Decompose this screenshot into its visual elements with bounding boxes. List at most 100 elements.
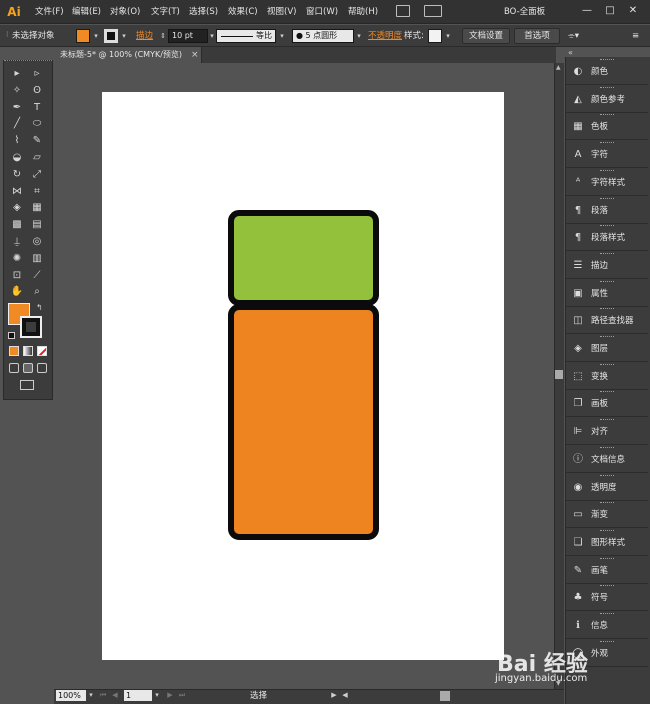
next-artboard-icon[interactable]: ▶ bbox=[166, 689, 174, 701]
slice-tool-icon[interactable]: ⟋ bbox=[29, 269, 45, 283]
graphic-style-swatch[interactable] bbox=[428, 29, 442, 43]
last-artboard-icon[interactable]: ⏭ bbox=[178, 689, 186, 701]
green-rounded-rectangle[interactable] bbox=[228, 210, 379, 306]
line-tool-icon[interactable]: ╱ bbox=[9, 117, 25, 131]
draw-normal-icon[interactable] bbox=[9, 363, 19, 373]
menu-select[interactable]: 选择(S) bbox=[189, 5, 218, 19]
maximize-icon[interactable]: □ bbox=[603, 4, 617, 18]
free-transform-icon[interactable]: ⌗ bbox=[29, 185, 45, 199]
scale-tool-icon[interactable]: ⤢ bbox=[29, 168, 45, 182]
screen-mode-icon[interactable] bbox=[20, 380, 34, 390]
artboard-dropdown-icon[interactable]: ▾ bbox=[153, 689, 161, 701]
bridge-icon[interactable] bbox=[396, 5, 410, 17]
orange-rounded-rectangle[interactable] bbox=[228, 304, 379, 540]
symbol-sprayer-icon[interactable]: ✺ bbox=[9, 252, 25, 266]
shape-builder-icon[interactable]: ◈ bbox=[9, 201, 25, 215]
panel-grip[interactable] bbox=[600, 142, 614, 144]
none-mode-icon[interactable] bbox=[37, 346, 47, 356]
fill-dropdown-icon[interactable]: ▾ bbox=[92, 30, 100, 42]
stroke-color-swatch[interactable] bbox=[104, 29, 118, 43]
ellipse-tool-icon[interactable]: ⬭ bbox=[29, 117, 45, 131]
paintbrush-icon[interactable]: ⌇ bbox=[9, 134, 25, 148]
panel-grip[interactable] bbox=[600, 446, 614, 449]
menu-file[interactable]: 文件(F) bbox=[35, 5, 64, 19]
scroll-left-icon[interactable]: ◀ bbox=[341, 689, 349, 701]
pen-tool-icon[interactable]: ✒ bbox=[9, 101, 25, 115]
panel-grip[interactable] bbox=[600, 59, 614, 61]
rotate-tool-icon[interactable]: ↻ bbox=[9, 168, 25, 182]
draw-behind-icon[interactable] bbox=[23, 363, 33, 373]
selection-tool-icon[interactable]: ▸ bbox=[9, 67, 25, 81]
type-tool-icon[interactable]: T bbox=[29, 101, 45, 115]
stroke-dropdown-icon[interactable]: ▾ bbox=[120, 30, 128, 42]
eyedropper-icon[interactable]: ⍊ bbox=[9, 235, 25, 249]
artboard-tool-icon[interactable]: ⊡ bbox=[9, 269, 25, 283]
panel-menu-icon[interactable]: ≡ bbox=[632, 30, 639, 42]
horizontal-scroll-thumb[interactable] bbox=[440, 691, 450, 701]
stroke-panel-link[interactable]: 描边 bbox=[136, 30, 153, 42]
arrange-documents-icon[interactable] bbox=[424, 5, 442, 17]
panel-grip[interactable] bbox=[600, 225, 614, 227]
document-tab[interactable]: 未标题-5* @ 100% (CMYK/预览) bbox=[54, 47, 202, 63]
zoom-tool-icon[interactable]: ⌕ bbox=[29, 285, 45, 299]
panel-grip[interactable] bbox=[600, 557, 614, 560]
artboard-number-field[interactable]: 1 bbox=[124, 690, 152, 701]
stroke-weight-stepper[interactable]: ⇕ bbox=[159, 30, 167, 42]
variable-width-profile[interactable]: 等比 bbox=[216, 29, 276, 43]
status-menu-icon[interactable]: ▶ bbox=[330, 689, 338, 701]
profile-dropdown-icon[interactable]: ▾ bbox=[278, 30, 286, 42]
mesh-tool-icon[interactable]: ▩ bbox=[9, 218, 25, 232]
panel-grip[interactable] bbox=[600, 336, 614, 338]
tools-panel-grip[interactable] bbox=[4, 60, 52, 66]
preferences-button[interactable]: 首选项 bbox=[514, 28, 560, 44]
panel-grip[interactable] bbox=[600, 363, 614, 366]
panel-grip[interactable] bbox=[600, 169, 614, 172]
style-dropdown-icon[interactable]: ▾ bbox=[444, 30, 452, 42]
panel-grip[interactable] bbox=[600, 640, 614, 643]
panel-grip[interactable] bbox=[600, 613, 614, 615]
blend-tool-icon[interactable]: ◎ bbox=[29, 235, 45, 249]
brush-dropdown-icon[interactable]: ▾ bbox=[355, 30, 363, 42]
panel-grip[interactable] bbox=[600, 474, 614, 477]
panel-grip[interactable] bbox=[600, 114, 614, 116]
panel-grip[interactable] bbox=[600, 502, 614, 504]
panel-grip[interactable] bbox=[600, 197, 614, 200]
brush-definition[interactable]: ● 5 点圆形 bbox=[292, 29, 354, 43]
panel-grip[interactable] bbox=[600, 280, 614, 283]
menu-view[interactable]: 视图(V) bbox=[267, 5, 296, 19]
prev-artboard-icon[interactable]: ◀ bbox=[111, 689, 119, 701]
panel-grip[interactable] bbox=[600, 419, 614, 421]
direct-selection-tool-icon[interactable]: ▹ bbox=[29, 67, 45, 81]
menu-window[interactable]: 窗口(W) bbox=[306, 5, 338, 19]
isolate-icon[interactable]: ⌯▾ bbox=[568, 30, 579, 42]
eraser-icon[interactable]: ▱ bbox=[29, 151, 45, 165]
panel-grip[interactable] bbox=[600, 252, 614, 255]
tab-close-icon[interactable]: × bbox=[191, 47, 201, 63]
menu-help[interactable]: 帮助(H) bbox=[348, 5, 378, 19]
opacity-panel-link[interactable]: 不透明度 bbox=[368, 30, 402, 42]
color-mode-icon[interactable] bbox=[9, 346, 19, 356]
panel-grip[interactable] bbox=[600, 391, 614, 393]
vertical-scroll-thumb[interactable] bbox=[555, 370, 563, 379]
minimize-icon[interactable]: — bbox=[580, 4, 594, 18]
menu-type[interactable]: 文字(T) bbox=[151, 5, 180, 19]
dock-collapse-icon[interactable]: « bbox=[568, 48, 573, 57]
blob-brush-icon[interactable]: ◒ bbox=[9, 151, 25, 165]
perspective-grid-icon[interactable]: ▦ bbox=[29, 201, 45, 215]
workspace-switcher[interactable]: BO-全面板 bbox=[504, 5, 545, 17]
panel-grip[interactable] bbox=[600, 86, 614, 89]
stroke-weight-field[interactable]: 10 pt bbox=[168, 29, 208, 43]
width-tool-icon[interactable]: ⋈ bbox=[9, 185, 25, 199]
hand-tool-icon[interactable]: ✋ bbox=[9, 285, 25, 299]
document-setup-button[interactable]: 文档设置 bbox=[462, 28, 510, 44]
lasso-icon[interactable]: ʘ bbox=[29, 84, 45, 98]
pencil-icon[interactable]: ✎ bbox=[29, 134, 45, 148]
fill-color-swatch[interactable] bbox=[76, 29, 90, 43]
default-colors-icon[interactable] bbox=[8, 332, 15, 339]
stroke-weight-dropdown-icon[interactable]: ▾ bbox=[208, 30, 216, 42]
panel-grip[interactable] bbox=[600, 308, 614, 310]
panel-grip[interactable] bbox=[600, 529, 614, 532]
magic-wand-icon[interactable]: ✧ bbox=[9, 84, 25, 98]
status-tool-label[interactable]: 选择 bbox=[250, 690, 267, 702]
zoom-dropdown-icon[interactable]: ▾ bbox=[87, 689, 95, 701]
